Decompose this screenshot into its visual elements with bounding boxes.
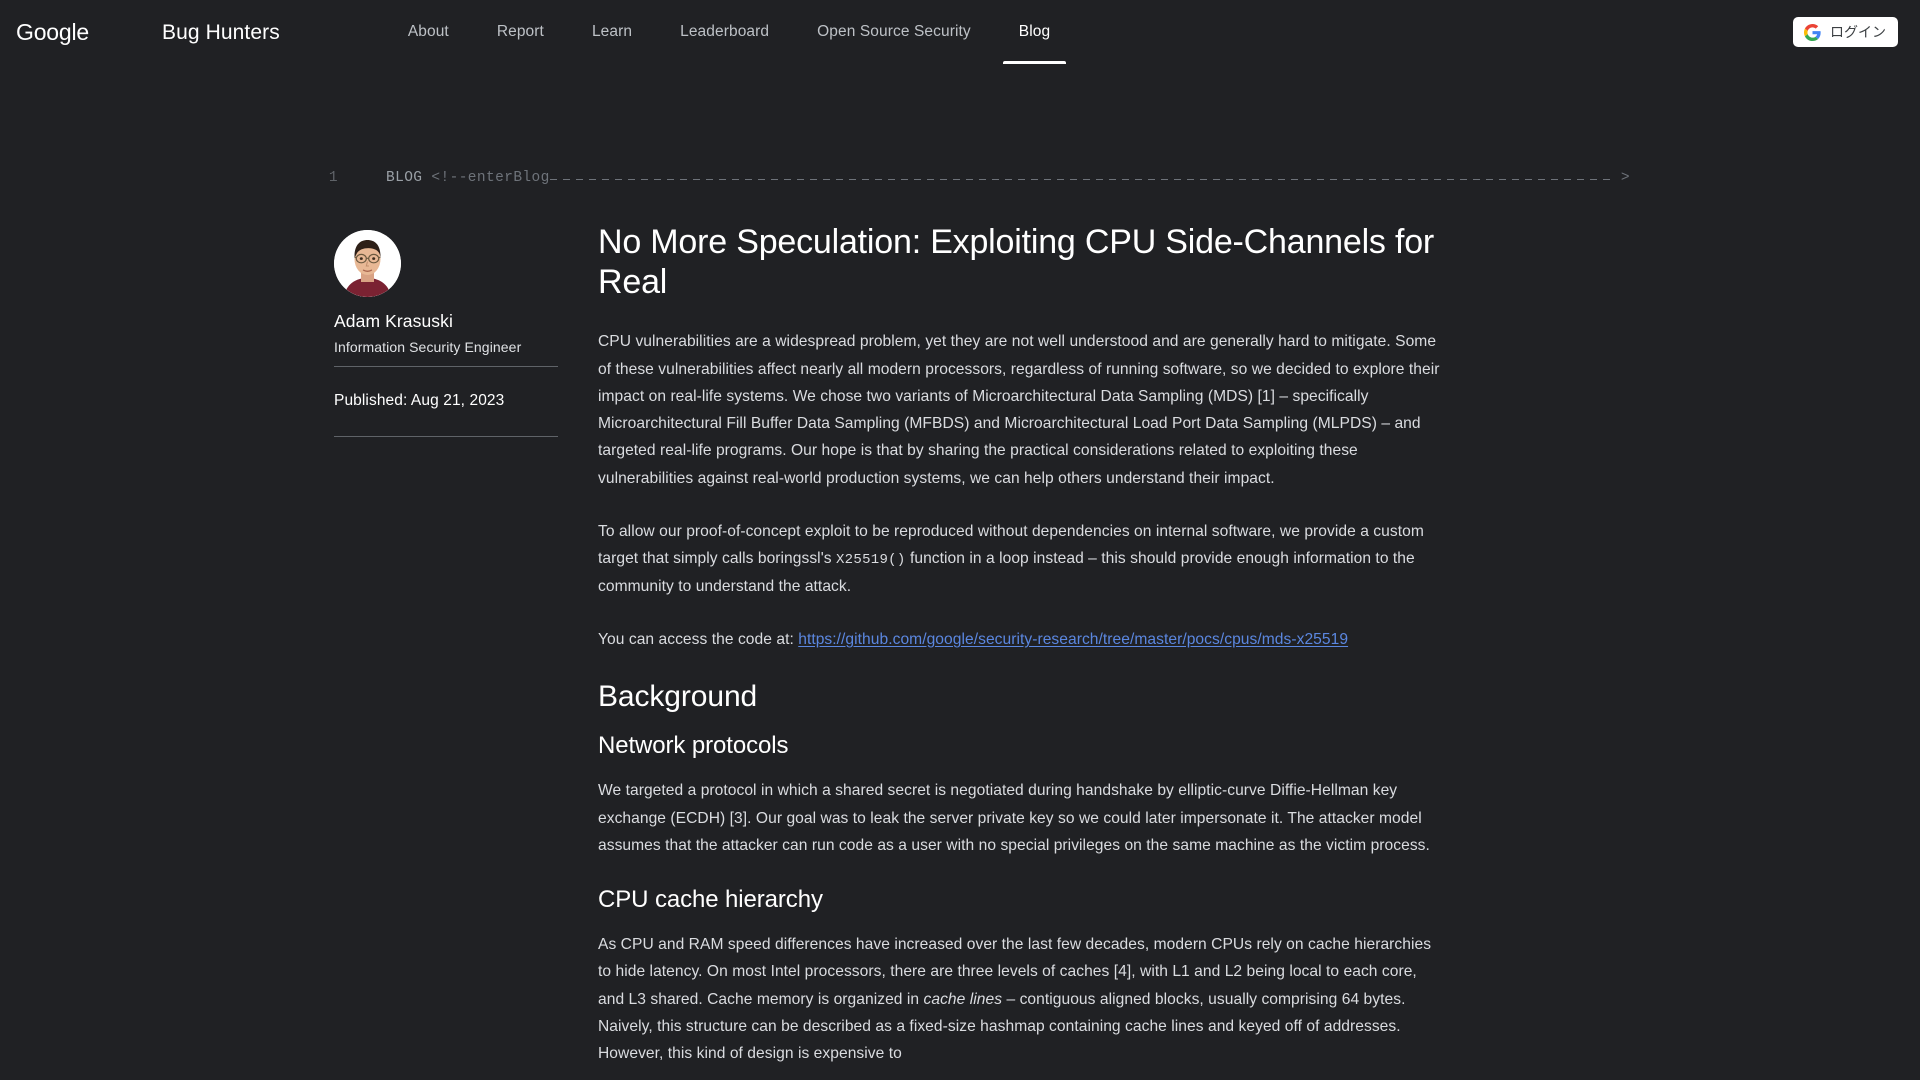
google-logo[interactable]: Google	[16, 20, 89, 44]
nav-item-learn[interactable]: Learn	[568, 0, 656, 64]
published-date: Published: Aug 21, 2023	[334, 392, 505, 410]
comment-close-token: >	[1620, 170, 1630, 186]
nav-label: Blog	[1018, 23, 1051, 40]
header-actions: ログイン	[1793, 0, 1920, 64]
heading-cpu-cache-hierarchy: CPU cache hierarchy	[598, 886, 823, 914]
article-title: No More Speculation: Exploiting CPU Side…	[598, 223, 1435, 302]
nav-item-leaderboard[interactable]: Leaderboard	[656, 0, 793, 64]
nav-label: Open Source Security	[817, 23, 971, 40]
dashed-rule	[549, 178, 1610, 180]
product-title[interactable]: Bug Hunters	[162, 22, 280, 43]
article-paragraph-network: We targeted a protocol in which a shared…	[598, 782, 1430, 854]
nav-item-blog[interactable]: Blog	[995, 0, 1074, 64]
author-portrait	[334, 230, 401, 297]
page-body: 1 BLOG <!--enterBlog > Adam Krasuski Inf…	[0, 64, 1920, 1080]
heading-background: Background	[598, 680, 758, 714]
nav-item-report[interactable]: Report	[473, 0, 568, 64]
nav-label: Leaderboard	[680, 23, 770, 40]
section-label: BLOG	[386, 170, 423, 186]
article-body: No More Speculation: Exploiting CPU Side…	[558, 222, 1458, 1080]
inline-code-x25519: X25519()	[835, 552, 906, 569]
nav-item-open-source-security[interactable]: Open Source Security	[793, 0, 995, 64]
article-grid: Adam Krasuski Information Security Engin…	[290, 222, 1630, 1080]
author-role: Information Security Engineer	[334, 338, 522, 355]
article-paragraph-poc: To allow our proof-of-concept exploit to…	[598, 518, 1440, 600]
author-sidebar: Adam Krasuski Information Security Engin…	[290, 222, 558, 438]
article-paragraph-code-link: You can access the code at: https://gith…	[598, 626, 1440, 653]
section-comment-strip: 1 BLOG <!--enterBlog >	[290, 170, 1630, 186]
article-paragraph-cache: As CPU and RAM speed differences have in…	[598, 931, 1440, 1067]
emphasis-cache-lines: cache lines	[923, 990, 1003, 1008]
nav-label: Report	[496, 23, 544, 40]
login-button[interactable]: ログイン	[1793, 17, 1898, 47]
google-g-icon	[1804, 23, 1821, 41]
author-name: Adam Krasuski	[334, 311, 453, 331]
code-link-prefix: You can access the code at:	[598, 630, 799, 648]
author-divider-top	[334, 366, 558, 368]
heading-network-protocols: Network protocols	[598, 732, 789, 760]
article-paragraph-intro: CPU vulnerabilities are a widespread pro…	[598, 333, 1440, 487]
nav-label: About	[407, 23, 449, 40]
nav-label: Learn	[591, 23, 633, 40]
github-repo-link[interactable]: https://github.com/google/security-resea…	[798, 631, 1348, 648]
line-number: 1	[328, 170, 338, 186]
brand-zone: Google Bug Hunters	[0, 0, 280, 64]
login-button-label: ログイン	[1830, 24, 1886, 40]
main-navigation: About Report Learn Leaderboard Open Sour…	[384, 0, 1793, 64]
content-wrapper: 1 BLOG <!--enterBlog > Adam Krasuski Inf…	[290, 64, 1630, 1080]
nav-item-about[interactable]: About	[384, 0, 473, 64]
author-divider-bottom	[334, 436, 558, 438]
site-header: Google Bug Hunters About Report Learn Le…	[0, 0, 1920, 64]
comment-open-token: <!--enterBlog	[431, 170, 550, 186]
